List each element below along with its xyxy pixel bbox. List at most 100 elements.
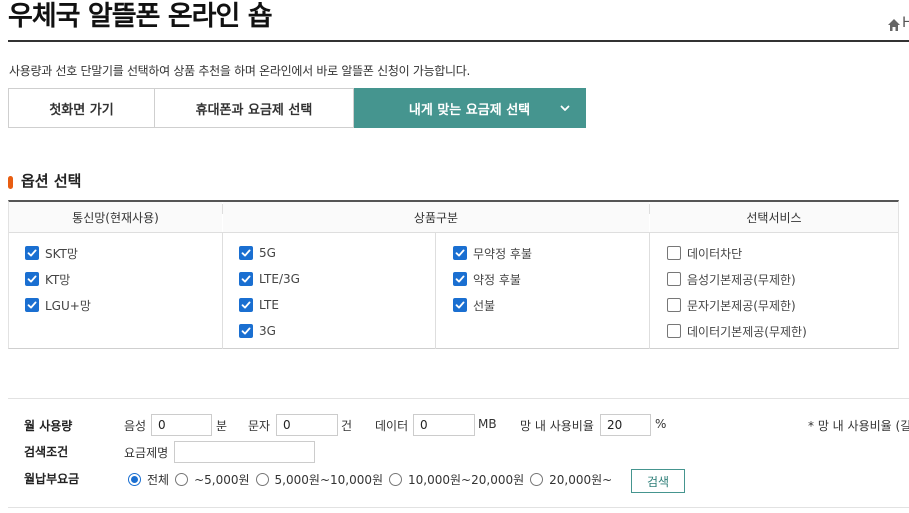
radio-label: 10,000원~20,000원 xyxy=(408,472,525,487)
check-prepaid[interactable]: 선불 xyxy=(453,292,532,318)
radio-icon[interactable] xyxy=(389,472,403,486)
check-unlimited-data[interactable]: 데이터기본제공(무제한) xyxy=(667,318,807,344)
checkbox-icon[interactable] xyxy=(239,246,253,260)
checkbox-icon[interactable] xyxy=(239,324,253,338)
header-network: 통신망(현재사용) xyxy=(9,202,222,232)
tab-my-plan[interactable]: 내게 맞는 요금제 선택 xyxy=(354,88,586,128)
radio-label: ~5,000원 xyxy=(194,472,250,487)
search-button[interactable]: 검색 xyxy=(631,469,685,493)
sms-input[interactable] xyxy=(276,414,338,436)
check-network-lgu[interactable]: LGU+망 xyxy=(25,292,91,318)
checkbox-icon[interactable] xyxy=(453,298,467,312)
radio-fee-over-20000[interactable]: 20,000원~ xyxy=(530,471,612,488)
voice-unit: 분 xyxy=(216,419,228,433)
checkbox-icon[interactable] xyxy=(667,272,681,286)
check-label: 약정 후불 xyxy=(473,272,521,287)
plan-name-label: 요금제명 xyxy=(124,446,169,460)
check-label: 무약정 후불 xyxy=(473,246,533,261)
ratio-note: * 망 내 사용비율 (길 xyxy=(808,419,909,433)
checkbox-icon[interactable] xyxy=(25,246,39,260)
data-unit: MB xyxy=(478,417,497,431)
check-contract-postpaid[interactable]: 약정 후불 xyxy=(453,266,532,292)
checkbox-icon[interactable] xyxy=(453,246,467,260)
step-tabs: 첫화면 가기 휴대폰과 요금제 선택 내게 맞는 요금제 선택 xyxy=(8,88,586,128)
check-type-5g[interactable]: 5G xyxy=(239,240,300,266)
radio-fee-5000-10000[interactable]: 5,000원~10,000원 xyxy=(255,471,384,488)
checkbox-icon[interactable] xyxy=(239,298,253,312)
ratio-unit: % xyxy=(655,417,667,431)
page-description: 사용량과 선호 단말기를 선택하여 상품 추천을 하며 온라인에서 바로 알뜰폰… xyxy=(9,64,471,78)
check-label: 선불 xyxy=(473,298,496,313)
checkbox-icon[interactable] xyxy=(667,298,681,312)
product-type-options: 5G LTE/3G LTE 3G xyxy=(239,240,300,344)
radio-label: 전체 xyxy=(147,472,170,487)
checkbox-icon[interactable] xyxy=(667,324,681,338)
radio-label: 5,000원~10,000원 xyxy=(274,472,384,487)
checkbox-icon[interactable] xyxy=(25,298,39,312)
column-divider-1 xyxy=(222,233,223,349)
header-divider-2 xyxy=(649,204,650,214)
sms-unit: 건 xyxy=(341,419,353,433)
checkbox-icon[interactable] xyxy=(25,272,39,286)
header-divider-1 xyxy=(222,204,223,214)
fee-label: 월납부요금 xyxy=(24,472,80,486)
checkbox-icon[interactable] xyxy=(239,272,253,286)
home-icon[interactable] xyxy=(887,18,901,32)
plan-name-input[interactable] xyxy=(174,441,315,463)
check-unlimited-voice[interactable]: 음성기본제공(무제한) xyxy=(667,266,807,292)
check-network-skt[interactable]: SKT망 xyxy=(25,240,91,266)
check-label: 데이터차단 xyxy=(687,246,743,261)
title-divider xyxy=(8,40,909,42)
check-label: LTE xyxy=(259,298,279,312)
radio-fee-all[interactable]: 전체 xyxy=(128,471,169,488)
check-type-3g[interactable]: 3G xyxy=(239,318,300,344)
radio-fee-10000-20000[interactable]: 10,000원~20,000원 xyxy=(389,471,524,488)
radio-icon[interactable] xyxy=(530,472,544,486)
section-title-text: 옵션 선택 xyxy=(21,172,82,190)
check-label: 문자기본제공(무제한) xyxy=(687,298,796,313)
network-options: SKT망 KT망 LGU+망 xyxy=(25,240,91,318)
checkbox-icon[interactable] xyxy=(667,246,681,260)
radio-icon[interactable] xyxy=(255,472,269,486)
header-divider xyxy=(9,232,898,233)
check-type-lte[interactable]: LTE xyxy=(239,292,300,318)
data-input[interactable] xyxy=(413,414,475,436)
check-label: KT망 xyxy=(45,272,71,287)
ratio-label: 망 내 사용비율 xyxy=(520,419,594,433)
radio-icon[interactable] xyxy=(175,472,189,486)
check-data-block[interactable]: 데이터차단 xyxy=(667,240,807,266)
check-label: 음성기본제공(무제한) xyxy=(687,272,796,287)
check-no-contract-postpaid[interactable]: 무약정 후불 xyxy=(453,240,532,266)
usage-label: 월 사용량 xyxy=(24,419,73,433)
tab-phone-and-plan[interactable]: 휴대폰과 요금제 선택 xyxy=(155,88,354,128)
check-type-lte-3g[interactable]: LTE/3G xyxy=(239,266,300,292)
tab-my-plan-label: 내게 맞는 요금제 선택 xyxy=(408,102,531,118)
header-service: 선택서비스 xyxy=(650,202,898,232)
section-marker-icon xyxy=(8,175,13,189)
check-unlimited-sms[interactable]: 문자기본제공(무제한) xyxy=(667,292,807,318)
check-label: 3G xyxy=(259,324,276,338)
column-divider-2 xyxy=(435,233,436,349)
contract-options: 무약정 후불 약정 후불 선불 xyxy=(453,240,532,318)
radio-icon[interactable] xyxy=(128,472,141,486)
checkbox-icon[interactable] xyxy=(453,272,467,286)
check-label: 5G xyxy=(259,246,276,260)
chevron-down-icon[interactable] xyxy=(559,102,571,114)
options-panel: 통신망(현재사용) 상품구분 선택서비스 SKT망 KT망 LGU+망 5G L… xyxy=(8,200,899,349)
sms-label: 문자 xyxy=(248,419,271,433)
ratio-input[interactable] xyxy=(600,414,651,436)
page: 우체국 알뜰폰 온라인 숍 H 사용량과 선호 단말기를 선택하여 상품 추천을… xyxy=(0,0,909,513)
voice-label: 음성 xyxy=(124,419,147,433)
options-section-title: 옵션 선택 xyxy=(8,170,81,191)
radio-fee-under-5000[interactable]: ~5,000원 xyxy=(175,471,250,488)
check-label: LTE/3G xyxy=(259,272,300,286)
column-divider-3 xyxy=(649,233,650,349)
fee-radio-group: 전체 ~5,000원 5,000원~10,000원 10,000원~20,000… xyxy=(128,469,618,489)
search-panel: 월 사용량 음성 분 문자 건 데이터 MB 망 내 사용비율 % * 망 내 … xyxy=(8,398,909,508)
check-network-kt[interactable]: KT망 xyxy=(25,266,91,292)
check-label: SKT망 xyxy=(45,246,78,261)
header-product: 상품구분 xyxy=(223,202,649,232)
voice-input[interactable] xyxy=(151,414,212,436)
tab-home[interactable]: 첫화면 가기 xyxy=(8,88,155,128)
radio-label: 20,000원~ xyxy=(549,472,613,487)
